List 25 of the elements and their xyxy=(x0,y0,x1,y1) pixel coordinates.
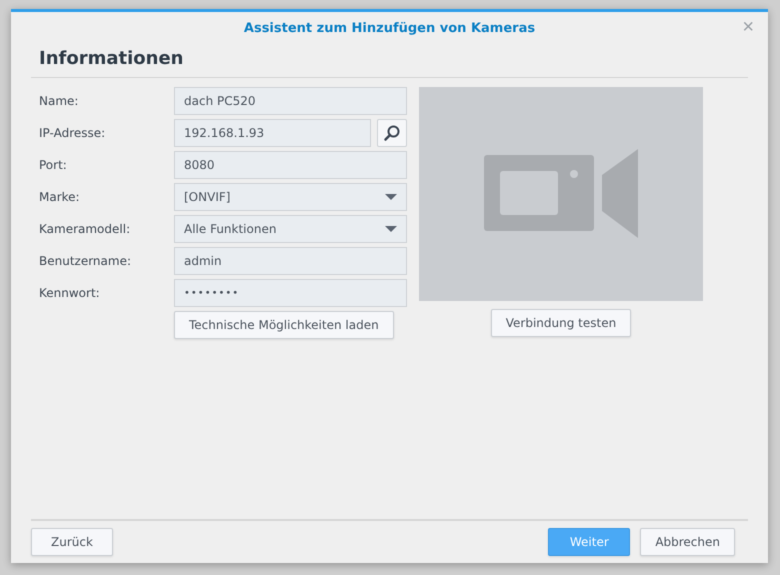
input-field[interactable]: 8080 xyxy=(174,151,407,179)
input-field[interactable]: dach PC520 xyxy=(174,87,407,115)
cancel-button[interactable]: Abbrechen xyxy=(640,528,735,556)
search-icon xyxy=(383,124,401,142)
input-field[interactable]: 192.168.1.93 xyxy=(174,119,371,147)
test-connection-button[interactable]: Verbindung testen xyxy=(490,309,632,337)
field-label: Benutzername: xyxy=(39,254,132,268)
load-capabilities-button[interactable]: Technische Möglichkeiten laden xyxy=(174,311,394,339)
field-label: Kameramodell: xyxy=(39,222,132,236)
back-button[interactable]: Zurück xyxy=(31,528,113,556)
password-field[interactable]: •••••••• xyxy=(174,279,407,307)
dropdown[interactable]: [ONVIF] xyxy=(174,183,407,211)
field-label: Name: xyxy=(39,94,80,108)
caret-icon xyxy=(385,226,397,232)
search-button[interactable] xyxy=(377,119,407,147)
field-label: Kennwort: xyxy=(39,286,101,300)
input-field[interactable]: admin xyxy=(174,247,407,275)
field-label: Marke: xyxy=(39,190,81,204)
video-camera-icon xyxy=(484,149,638,239)
field-label: IP-Adresse: xyxy=(39,126,106,140)
section-heading: Informationen xyxy=(31,48,748,78)
field-label: Port: xyxy=(39,158,68,172)
dropdown[interactable]: Alle Funktionen xyxy=(174,215,407,243)
window-title: Assistent zum Hinzufügen von Kameras xyxy=(244,20,536,36)
caret-icon xyxy=(385,194,397,200)
